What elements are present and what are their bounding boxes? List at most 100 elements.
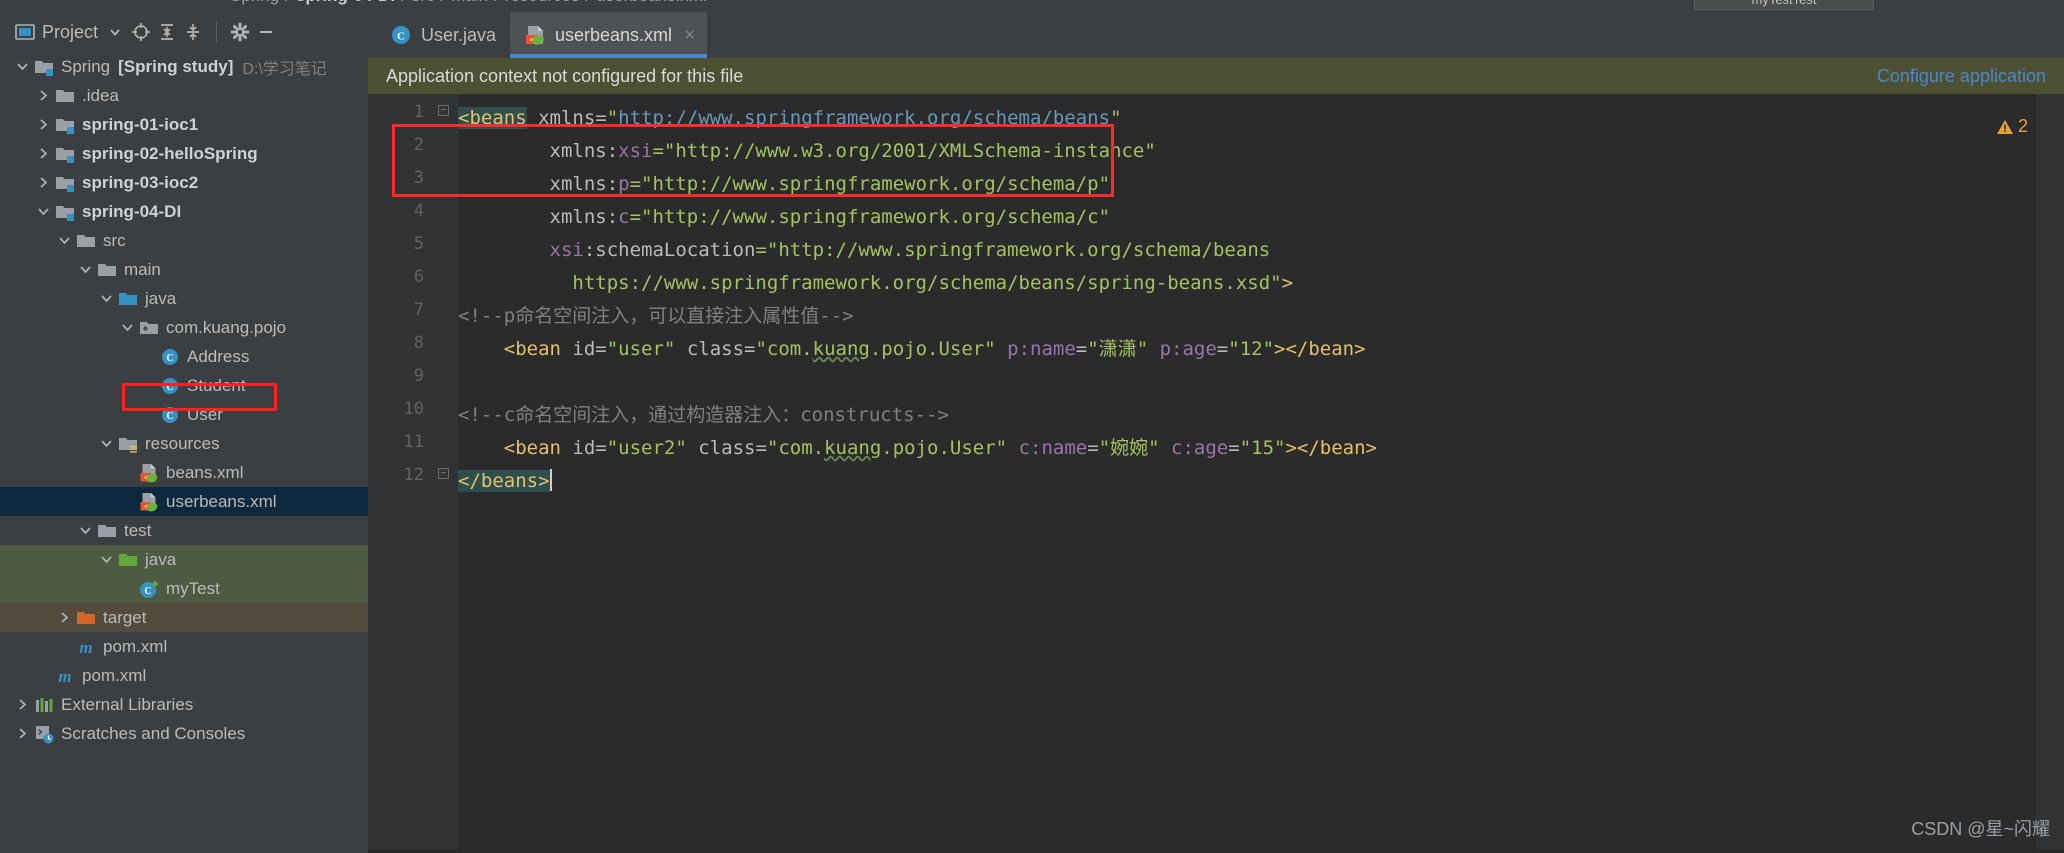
- tree-item-spring-02-hellospring[interactable]: spring-02-helloSpring: [0, 139, 368, 168]
- maven-icon: m: [55, 666, 75, 686]
- tree-item-pom-xml[interactable]: m pom.xml: [0, 661, 368, 690]
- chevron-right-icon[interactable]: [56, 609, 73, 626]
- code-content[interactable]: <beans xmlns="http://www.springframework…: [458, 94, 1970, 853]
- chevron-down-icon[interactable]: [77, 261, 94, 278]
- code-token: ": [1110, 107, 1122, 129]
- chevron-down-icon[interactable]: [35, 203, 52, 220]
- breadcrumb-seg-1[interactable]: spring-04-DI: [296, 0, 395, 5]
- tree-item-project-name: [Spring study]: [118, 56, 234, 76]
- chevron-down-icon[interactable]: [102, 19, 128, 45]
- code-token: :age: [1171, 338, 1217, 360]
- minimize-icon[interactable]: [253, 19, 279, 45]
- breadcrumb-seg-2[interactable]: src: [412, 0, 435, 5]
- tree-item-label: userbeans.xml: [166, 491, 277, 511]
- idea-window: Spring / spring-04-DI / src / main / resources / u…: [0, 0, 2064, 853]
- expand-all-icon[interactable]: [154, 19, 180, 45]
- horizontal-scrollbar[interactable]: [368, 849, 2064, 853]
- breadcrumb-seg-5[interactable]: userbeans.xml: [596, 0, 707, 5]
- code-line-10[interactable]: <!--c命名空间注入，通过构造器注入：constructs-->: [458, 399, 949, 432]
- tree-item-address[interactable]: C Address: [0, 342, 368, 371]
- line-number: 5: [413, 234, 424, 254]
- run-configuration-selector[interactable]: myTestTest: [1694, 0, 1874, 10]
- tree-item-student[interactable]: C Student: [0, 371, 368, 400]
- line-number: 8: [413, 333, 424, 353]
- code-line-2[interactable]: xmlns:xsi="http://www.w3.org/2001/XMLSch…: [458, 135, 1156, 168]
- tree-item-scratches-and-consoles[interactable]: Scratches and Consoles: [0, 719, 368, 748]
- collapse-all-icon[interactable]: [180, 19, 206, 45]
- code-line-3[interactable]: xmlns:p="http://www.springframework.org/…: [458, 168, 1111, 201]
- notification-message: Application context not configured for t…: [386, 65, 744, 86]
- tree-item-main[interactable]: main: [0, 255, 368, 284]
- tree-item-beans-xml[interactable]: < beans.xml: [0, 458, 368, 487]
- fold-marker-open[interactable]: −: [438, 105, 449, 116]
- chevron-right-icon[interactable]: [14, 696, 31, 713]
- tree-item-target[interactable]: target: [0, 603, 368, 632]
- breadcrumb-seg-4[interactable]: resources: [505, 0, 580, 5]
- chevron-right-icon[interactable]: [35, 116, 52, 133]
- code-folding-column[interactable]: − −: [432, 94, 458, 853]
- fold-marker-close[interactable]: −: [438, 468, 449, 479]
- code-editor[interactable]: 1 2 3 4 5 6 7 8 9 10 11 12 − − <beans xmlns="http:/…: [368, 94, 2064, 853]
- code-line-11[interactable]: <bean id="user2" class="com.kuang.pojo.U…: [458, 432, 1377, 465]
- tree-item-spring-04-di[interactable]: spring-04-DI: [0, 197, 368, 226]
- module-folder-icon: [55, 144, 75, 164]
- tree-item-mytest[interactable]: CmyTest: [0, 574, 368, 603]
- tree-item-spring-03-ioc2[interactable]: spring-03-ioc2: [0, 168, 368, 197]
- locate-icon[interactable]: [128, 19, 154, 45]
- tree-item-java[interactable]: java: [0, 284, 368, 313]
- tree-item-resources[interactable]: resources: [0, 429, 368, 458]
- code-token: kuang: [824, 437, 882, 459]
- tree-item--idea[interactable]: .idea: [0, 81, 368, 110]
- code-token: ="http://www.springframework.org/schema/…: [629, 173, 1111, 195]
- inspection-scrollbar[interactable]: [2036, 94, 2064, 853]
- gear-icon[interactable]: [227, 19, 253, 45]
- svg-text:m: m: [79, 638, 92, 657]
- tree-item-src[interactable]: src: [0, 226, 368, 255]
- tree-item-userbeans-xml[interactable]: < userbeans.xml: [0, 487, 368, 516]
- tab-user-java[interactable]: C User.java ×: [376, 12, 531, 58]
- chevron-down-icon[interactable]: [98, 551, 115, 568]
- code-line-1[interactable]: <beans xmlns="http://www.springframework…: [458, 102, 1122, 135]
- chevron-right-icon[interactable]: [35, 87, 52, 104]
- code-token: "12": [1228, 338, 1275, 360]
- project-tree[interactable]: Spring [Spring study] D:\学习笔记 .idea spring-0…: [0, 52, 368, 853]
- code-line-6[interactable]: https://www.springframework.org/schema/b…: [458, 267, 1293, 300]
- tab-userbeans-xml[interactable]: < userbeans.xml ×: [510, 12, 708, 58]
- close-icon[interactable]: ×: [684, 26, 695, 45]
- chevron-down-icon[interactable]: [56, 232, 73, 249]
- chevron-down-icon[interactable]: [98, 435, 115, 452]
- code-token: <beans: [458, 107, 527, 129]
- breadcrumb-seg-0[interactable]: Spring: [230, 0, 279, 5]
- tree-item-com-kuang-pojo[interactable]: com.kuang.pojo: [0, 313, 368, 342]
- editor-tabs[interactable]: C User.java × < userbeans.xml ×: [368, 12, 2064, 58]
- tree-item-label: spring-04-DI: [82, 201, 182, 221]
- code-token: ": [606, 107, 619, 129]
- text-caret: [549, 469, 552, 491]
- tree-item-test[interactable]: test: [0, 516, 368, 545]
- warning-indicator[interactable]: 2: [1996, 116, 2028, 137]
- folder-icon: [97, 521, 117, 541]
- chevron-down-icon[interactable]: [119, 319, 136, 336]
- configure-application-link[interactable]: Configure application: [1877, 66, 2046, 87]
- chevron-down-icon[interactable]: [77, 522, 94, 539]
- tree-item-spring-01-ioc1[interactable]: spring-01-ioc1: [0, 110, 368, 139]
- breadcrumb-seg-3[interactable]: main: [451, 0, 488, 5]
- maven-icon: m: [76, 637, 96, 657]
- chevron-right-icon[interactable]: [35, 145, 52, 162]
- chevron-down-icon[interactable]: [98, 290, 115, 307]
- chevron-right-icon[interactable]: [35, 174, 52, 191]
- code-line-4[interactable]: xmlns:c="http://www.springframework.org/…: [458, 201, 1111, 234]
- code-line-8[interactable]: <bean id="user" class="com.kuang.pojo.Us…: [458, 333, 1366, 366]
- chevron-right-icon[interactable]: [14, 725, 31, 742]
- tree-item-external-libraries[interactable]: External Libraries: [0, 690, 368, 719]
- code-line-7[interactable]: <!--p命名空间注入，可以直接注入属性值-->: [458, 300, 854, 333]
- tree-item-spring[interactable]: Spring [Spring study] D:\学习笔记: [0, 52, 368, 81]
- tree-item-pom-xml[interactable]: m pom.xml: [0, 632, 368, 661]
- tree-item-user[interactable]: C User: [0, 400, 368, 429]
- tree-item-java[interactable]: java: [0, 545, 368, 574]
- code-line-12[interactable]: </beans>: [458, 465, 552, 498]
- chevron-down-icon[interactable]: [14, 58, 31, 75]
- code-line-5[interactable]: xsi:schemaLocation="http://www.springfra…: [458, 234, 1271, 267]
